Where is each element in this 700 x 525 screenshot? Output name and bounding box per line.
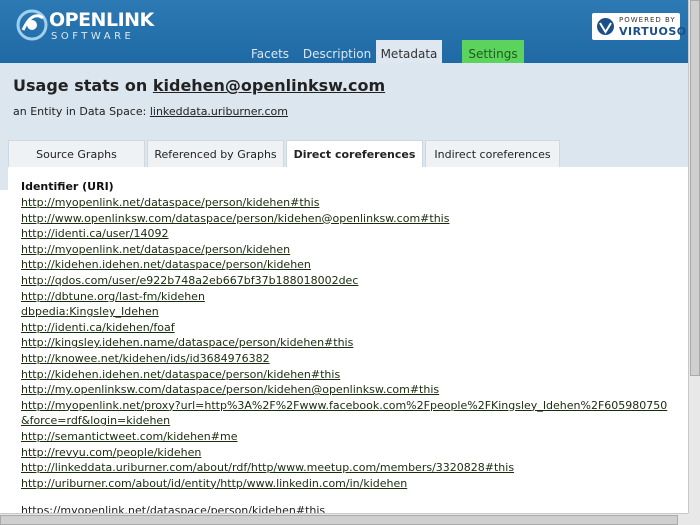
coreference-link[interactable]: http://my.openlinksw.com/dataspace/perso…	[21, 382, 681, 398]
coreference-link[interactable]: http://knowee.net/kidehen/ids/id36849763…	[21, 351, 681, 367]
tab-settings[interactable]: Settings	[462, 40, 524, 63]
coreference-link[interactable]: http://kingsley.idehen.name/dataspace/pe…	[21, 335, 681, 351]
coreference-link[interactable]: http://kidehen.idehen.net/dataspace/pers…	[21, 257, 681, 273]
page-title: Usage stats on kidehen@openlinksw.com	[13, 76, 385, 95]
horizontal-scrollbar[interactable]	[0, 513, 688, 525]
coreference-link[interactable]: http://identi.ca/user/14092	[21, 226, 681, 242]
subtab-indirect-coreferences[interactable]: Indirect coreferences	[425, 140, 560, 167]
coreference-link[interactable]: http://myopenlink.net/dataspace/person/k…	[21, 242, 681, 258]
coreferences-panel: Identifier (URI) http://myopenlink.net/d…	[8, 167, 688, 515]
logo-text: OPENLINK	[49, 9, 154, 31]
coreference-link[interactable]: dbpedia:Kingsley_Idehen	[21, 304, 681, 320]
scrollbar-corner	[688, 513, 700, 525]
coreference-link[interactable]: http://revyu.com/people/kidehen	[21, 445, 681, 461]
data-space-link[interactable]: linkeddata.uriburner.com	[150, 105, 288, 118]
coreference-list: http://myopenlink.net/dataspace/person/k…	[21, 195, 681, 491]
coreference-link[interactable]: http://kidehen.idehen.net/dataspace/pers…	[21, 367, 681, 383]
vertical-scrollbar[interactable]	[688, 0, 700, 513]
vertical-scrollbar-thumb[interactable]	[690, 0, 700, 376]
tab-description[interactable]: Description	[302, 40, 372, 63]
powered-by-virtuoso-badge[interactable]: POWERED BY VIRTUOSO	[592, 13, 686, 40]
coreference-link[interactable]: http://myopenlink.net/proxy?url=http%3A%…	[21, 398, 671, 429]
tab-metadata[interactable]: Metadata	[376, 40, 442, 63]
virtuoso-powered-text: POWERED BY	[619, 16, 676, 24]
page-subtitle-prefix: an Entity in Data Space:	[13, 105, 150, 118]
page-subtitle: an Entity in Data Space: linkeddata.urib…	[13, 105, 288, 118]
coreference-link[interactable]: http://dbtune.org/last-fm/kidehen	[21, 289, 681, 305]
page-title-prefix: Usage stats on	[13, 76, 153, 95]
coreference-link[interactable]: http://identi.ca/kidehen/foaf	[21, 320, 681, 336]
coreference-link[interactable]: http://uriburner.com/about/id/entity/htt…	[21, 476, 681, 492]
coreference-link[interactable]: http://semantictweet.com/kidehen#me	[21, 429, 681, 445]
app-header: OPENLINK SOFTWARE POWERED BY VIRTUOSO Fa…	[0, 0, 688, 63]
openlink-logo[interactable]: OPENLINK SOFTWARE	[15, 6, 154, 46]
coreference-link[interactable]: http://linkeddata.uriburner.com/about/rd…	[21, 460, 681, 476]
logo-subtext: SOFTWARE	[51, 31, 135, 42]
coreference-link[interactable]: http://qdos.com/user/e922b748a2eb667bf37…	[21, 273, 681, 289]
virtuoso-icon	[597, 18, 614, 35]
virtuoso-name-text: VIRTUOSO	[619, 25, 687, 38]
coreference-link[interactable]: http://myopenlink.net/dataspace/person/k…	[21, 195, 681, 211]
tab-facets[interactable]: Facets	[248, 40, 292, 63]
identifier-heading: Identifier (URI)	[21, 180, 114, 193]
subtab-referenced-by-graphs[interactable]: Referenced by Graphs	[147, 140, 284, 167]
coreference-link[interactable]: http://www.openlinksw.com/dataspace/pers…	[21, 211, 681, 227]
subtab-direct-coreferences[interactable]: Direct coreferences	[286, 140, 423, 169]
openlink-swirl-icon	[16, 9, 48, 41]
subtab-source-graphs[interactable]: Source Graphs	[8, 140, 145, 167]
entity-link[interactable]: kidehen@openlinksw.com	[153, 76, 385, 95]
horizontal-scrollbar-thumb[interactable]	[0, 515, 678, 525]
